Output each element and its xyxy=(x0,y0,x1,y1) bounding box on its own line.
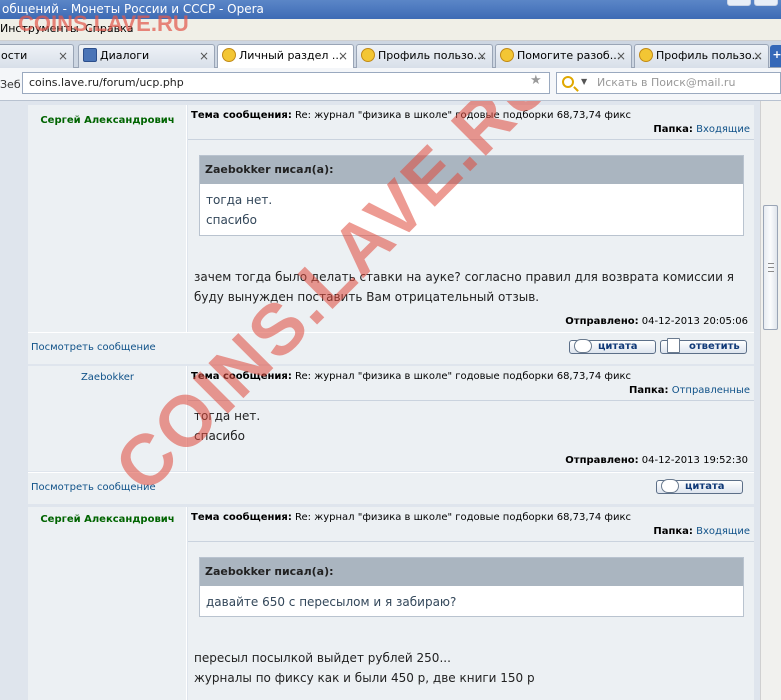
close-icon[interactable]: × xyxy=(616,45,626,67)
document-icon xyxy=(667,338,680,353)
author-name[interactable]: Сергей Александрович xyxy=(28,115,187,126)
dialog-icon xyxy=(83,48,97,62)
message-author-cell: Сергей Александрович xyxy=(28,507,187,700)
quote-block: Zaebokker писал(а): тогда нет. спасибо xyxy=(199,155,744,236)
folder-link[interactable]: Входящие xyxy=(696,124,750,135)
smiley-icon xyxy=(500,48,514,62)
message-folder: Папка: Входящие xyxy=(653,124,750,135)
address-bar: Зеб coins.lave.ru/forum/ucp.php ★ Искать… xyxy=(0,68,781,101)
tab-label: Профиль пользо... xyxy=(656,49,763,62)
author-name[interactable]: Сергей Александрович xyxy=(28,514,187,525)
menu-item-tools[interactable]: Инструменты xyxy=(0,19,79,39)
message-actions-row: Посмотреть сообщение цитата xyxy=(28,472,754,504)
tab-user-profile[interactable]: Профиль пользо... × xyxy=(356,44,493,68)
new-tab-button[interactable]: + xyxy=(770,45,781,67)
tab-label: Диалоги xyxy=(100,49,150,62)
message-text-line: тогда нет. xyxy=(194,409,261,423)
search-input[interactable]: Искать в Поиск@mail.ru xyxy=(556,72,781,94)
quote-button[interactable]: цитата xyxy=(656,479,743,494)
window-title-bar: общений - Монеты России и СССР - Opera xyxy=(0,0,781,19)
message-body-cell: Тема сообщения: Re: журнал "физика в шко… xyxy=(188,366,754,471)
window-title: общений - Монеты России и СССР - Opera xyxy=(2,2,264,16)
quote-button[interactable]: цитата xyxy=(569,339,656,354)
quote-block: Zaebokker писал(а): давайте 650 с пересы… xyxy=(199,557,744,617)
message-author-cell: Сергей Александрович xyxy=(28,105,187,332)
message-subject: Тема сообщения: Re: журнал "физика в шко… xyxy=(191,110,631,121)
view-message-link[interactable]: Посмотреть сообщение xyxy=(31,482,156,493)
smiley-icon xyxy=(222,48,236,62)
message-folder: Папка: Входящие xyxy=(653,526,750,537)
grip-icon xyxy=(768,263,774,272)
quote-line: спасибо xyxy=(206,213,257,227)
search-icon[interactable] xyxy=(562,76,574,88)
message-folder: Папка: Отправленные xyxy=(628,385,750,396)
menu-bar: Инструменты Справка xyxy=(0,19,781,41)
speech-bubble-icon xyxy=(574,339,592,353)
restore-window-button[interactable] xyxy=(727,0,751,6)
quote-line: тогда нет. xyxy=(206,193,273,207)
menu-item-help[interactable]: Справка xyxy=(85,19,133,39)
tab-label: Личный раздел ... xyxy=(239,49,343,62)
quote-line: давайте 650 с пересылом и я забираю? xyxy=(206,595,457,609)
message-body-cell: Тема сообщения: Re: журнал "физика в шко… xyxy=(188,105,754,332)
message-text-line: буду вынужден поставить Вам отрицательны… xyxy=(194,290,540,304)
tab-news[interactable]: ости × xyxy=(0,44,74,68)
tab-help-sort[interactable]: Помогите разоб... × xyxy=(495,44,632,68)
message-subject: Тема сообщения: Re: журнал "физика в шко… xyxy=(191,371,631,382)
message-body-cell: Тема сообщения: Re: журнал "физика в шко… xyxy=(188,507,754,700)
sent-date: Отправлено: 04-12-2013 20:05:06 xyxy=(565,316,748,327)
tab-dialogs[interactable]: Диалоги × xyxy=(78,44,215,68)
page-content: Сергей Александрович Тема сообщения: Re:… xyxy=(0,101,760,700)
divider xyxy=(188,139,754,140)
quote-author: Zaebokker писал(а): xyxy=(200,558,743,586)
star-icon[interactable]: ★ xyxy=(530,73,542,88)
url-input[interactable]: coins.lave.ru/forum/ucp.php xyxy=(22,72,550,94)
scrollbar-thumb[interactable] xyxy=(763,205,778,330)
close-icon[interactable]: × xyxy=(477,45,487,67)
author-name[interactable]: Zaebokker xyxy=(28,372,187,383)
message-text-line: зачем тогда было делать ставки на ауке? … xyxy=(194,270,734,284)
tab-label: Помогите разоб... xyxy=(517,49,621,62)
sent-date: Отправлено: 04-12-2013 19:52:30 xyxy=(565,455,748,466)
smiley-icon xyxy=(361,48,375,62)
message-text-line: спасибо xyxy=(194,429,245,443)
view-message-link[interactable]: Посмотреть сообщение xyxy=(31,342,156,353)
quote-author: Zaebokker писал(а): xyxy=(200,156,743,184)
divider xyxy=(188,400,754,401)
reply-button[interactable]: ответить xyxy=(660,338,747,354)
divider xyxy=(188,541,754,542)
address-prefix: Зеб xyxy=(0,78,21,91)
folder-link[interactable]: Входящие xyxy=(696,526,750,537)
tab-user-profile-2[interactable]: Профиль пользо... × xyxy=(634,44,769,68)
close-icon[interactable]: × xyxy=(338,45,348,67)
speech-bubble-icon xyxy=(661,479,679,493)
message-actions-row: Посмотреть сообщение цитата ответить xyxy=(28,332,754,364)
message-author-cell: Zaebokker xyxy=(28,366,187,471)
chevron-down-icon[interactable]: ▼ xyxy=(581,77,587,86)
message-text-line: журналы по фиксу как и были 450 р, две к… xyxy=(194,671,535,685)
message-text-line: пересыл посылкой выйдет рублей 250... xyxy=(194,651,451,665)
close-window-button[interactable] xyxy=(754,0,778,6)
close-icon[interactable]: × xyxy=(58,45,68,67)
folder-link[interactable]: Отправленные xyxy=(672,385,750,396)
close-icon[interactable]: × xyxy=(753,45,763,67)
vertical-scrollbar[interactable] xyxy=(760,101,781,700)
message-subject: Тема сообщения: Re: журнал "физика в шко… xyxy=(191,512,631,523)
smiley-icon xyxy=(639,48,653,62)
tab-label: ости xyxy=(1,49,28,62)
close-icon[interactable]: × xyxy=(199,45,209,67)
tab-personal-section[interactable]: Личный раздел ... × xyxy=(217,44,354,69)
tab-bar: ости × Диалоги × Личный раздел ... × Про… xyxy=(0,41,781,69)
tab-label: Профиль пользо... xyxy=(378,49,485,62)
